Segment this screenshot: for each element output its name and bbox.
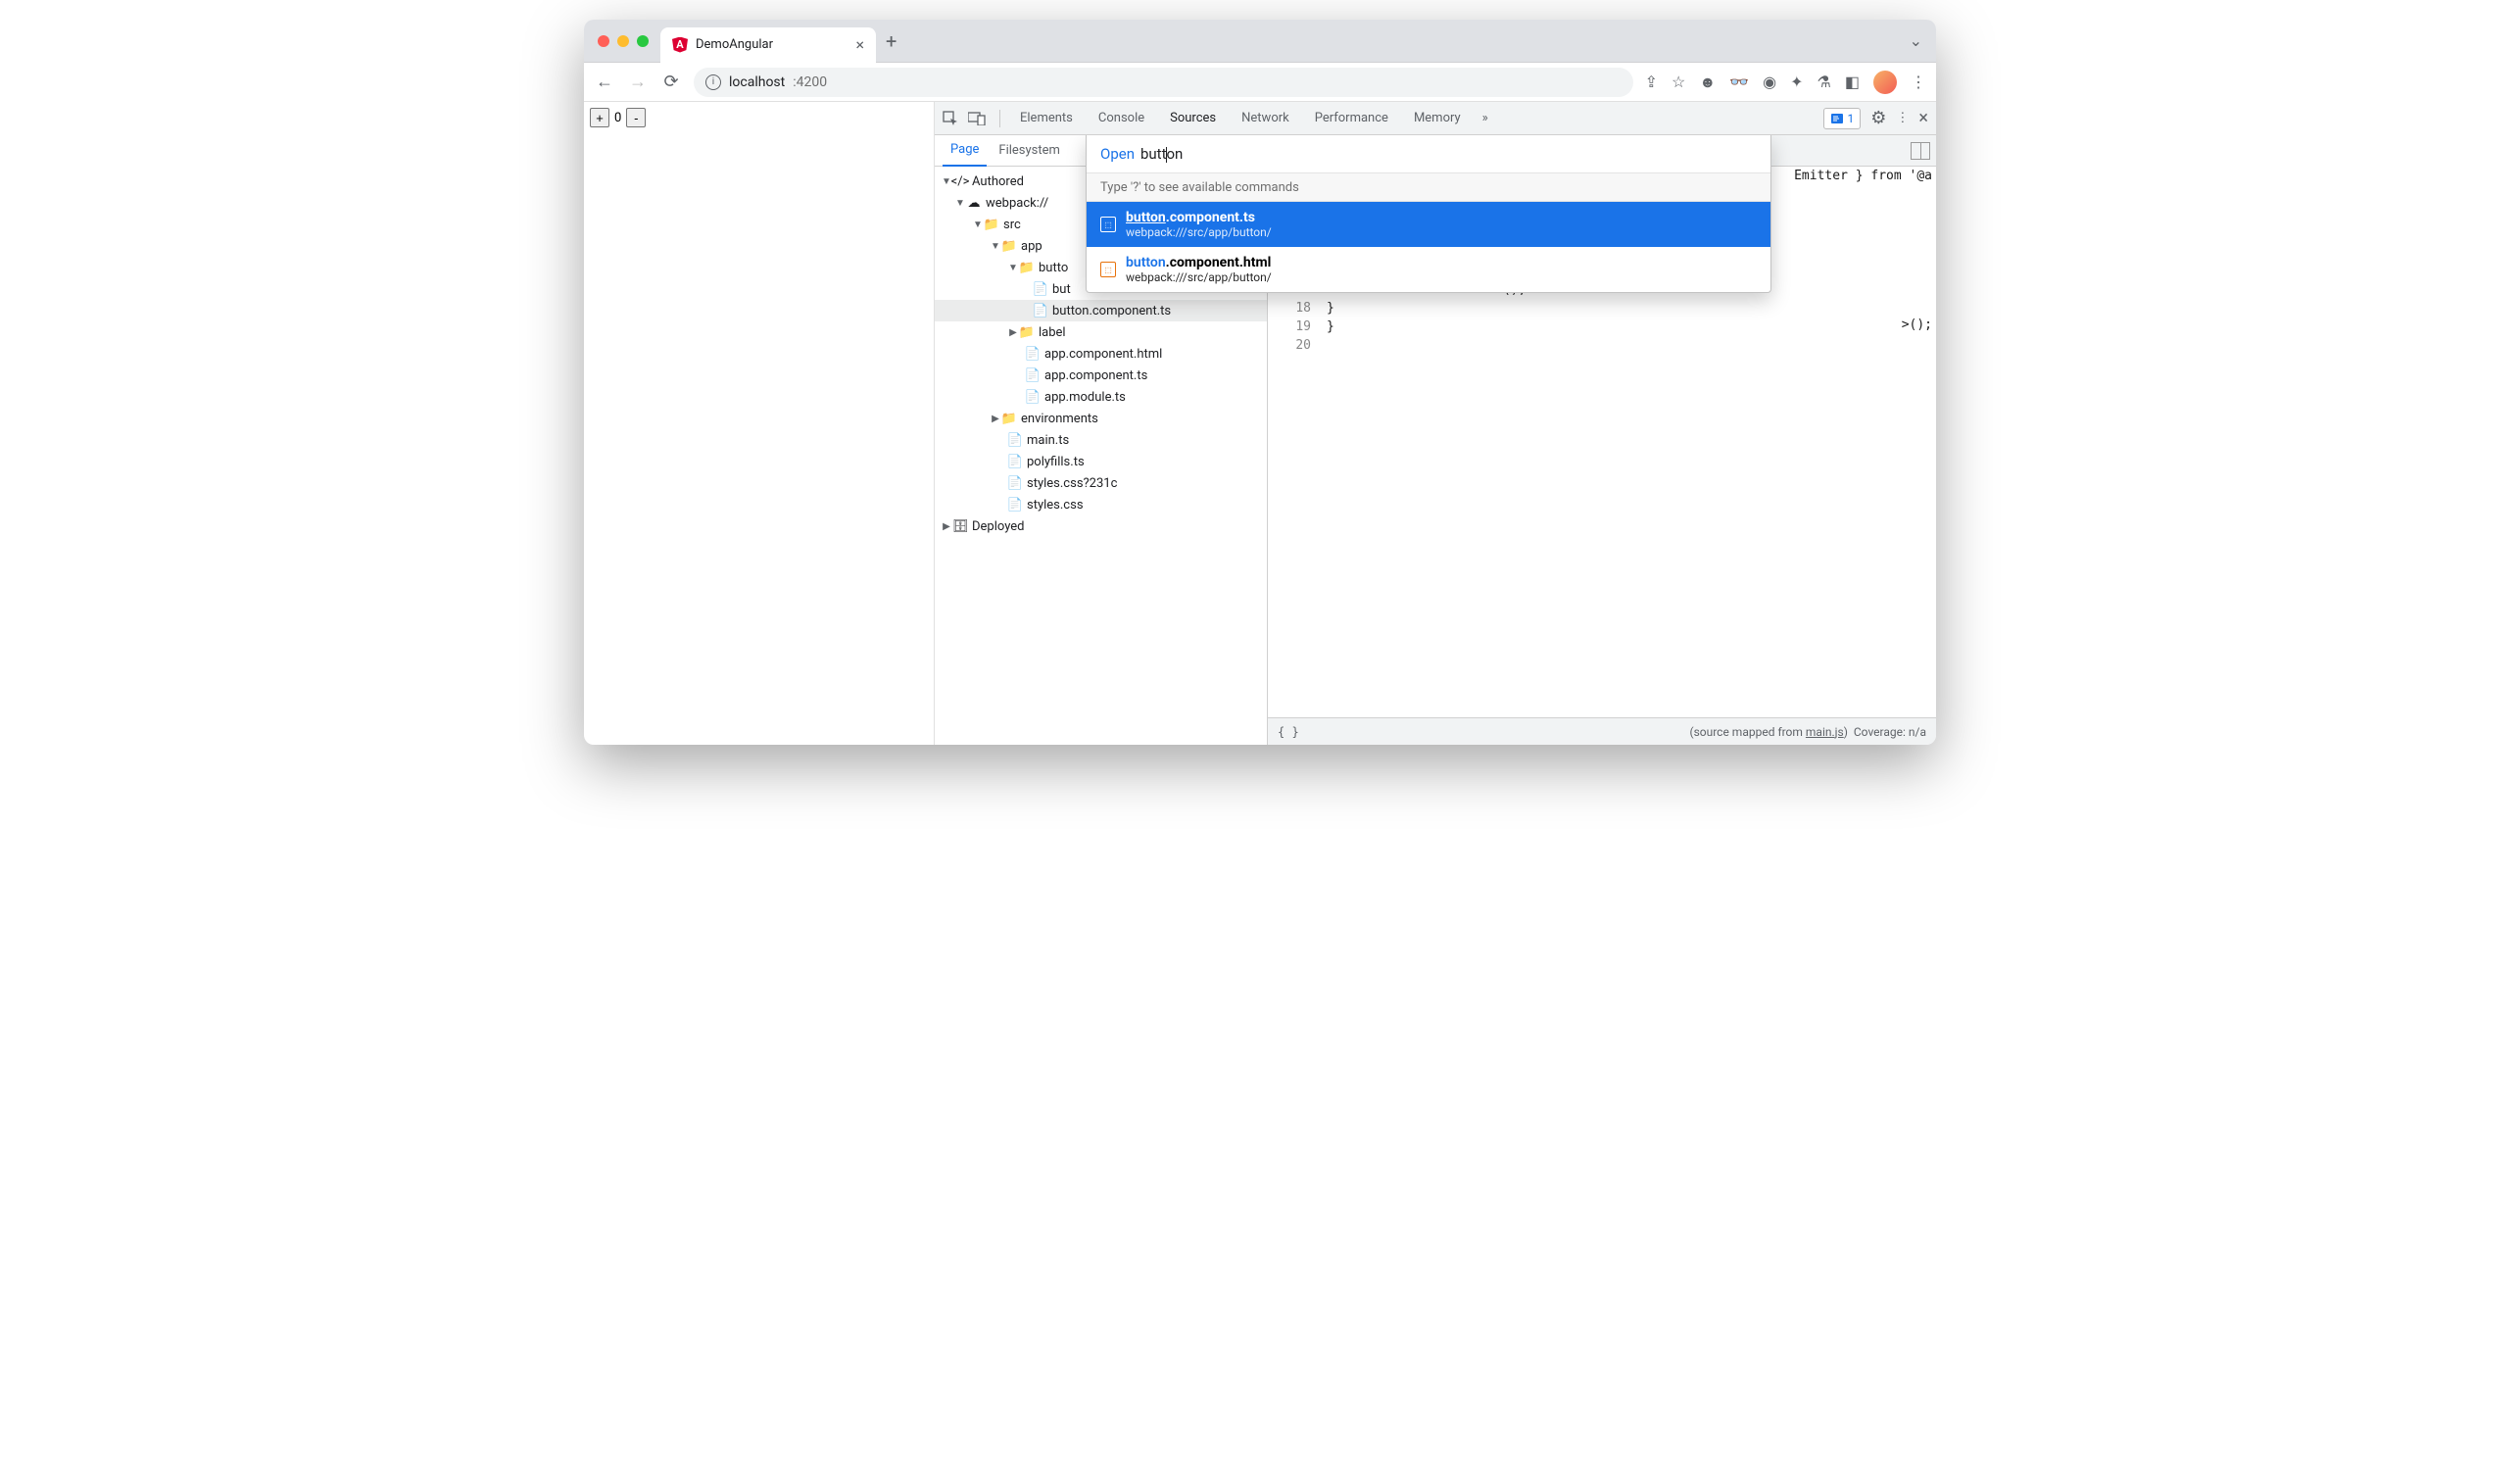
close-devtools-icon[interactable]: × <box>1918 108 1928 128</box>
back-button[interactable]: ← <box>594 72 615 92</box>
titlebar: A DemoAngular × + ⌄ <box>584 20 1936 63</box>
settings-gear-icon[interactable]: ⚙ <box>1870 108 1886 128</box>
tree-app-module[interactable]: 📄app.module.ts <box>935 386 1267 408</box>
palette-result-1[interactable]: ⬚ button.component.html webpack:///src/a… <box>1087 247 1770 292</box>
tree-app-html[interactable]: 📄app.component.html <box>935 343 1267 365</box>
omnibox[interactable]: i localhost :4200 <box>694 68 1633 97</box>
tree-styles-q[interactable]: 📄styles.css?231c <box>935 472 1267 494</box>
command-palette: Open button Type '?' to see available co… <box>1086 135 1771 293</box>
tabs-dropdown-icon[interactable]: ⌄ <box>1910 31 1922 50</box>
angular-favicon: A <box>672 37 688 53</box>
palette-mode-label: Open <box>1100 145 1135 163</box>
coverage-label: Coverage: n/a <box>1854 725 1926 739</box>
navigator-tab-page[interactable]: Page <box>943 135 987 167</box>
tree-polyfills[interactable]: 📄polyfills.ts <box>935 451 1267 472</box>
tab-console[interactable]: Console <box>1087 102 1156 135</box>
import-fragment: Emitter } from '@a <box>1794 169 1932 183</box>
tab-elements[interactable]: Elements <box>1008 102 1085 135</box>
sidepanel-icon[interactable]: ◧ <box>1845 73 1860 91</box>
tab-sources[interactable]: Sources <box>1158 102 1228 135</box>
tree-button-ts[interactable]: 📄button.component.ts <box>935 300 1267 321</box>
profile-avatar[interactable] <box>1873 71 1897 94</box>
close-window-button[interactable] <box>598 35 609 47</box>
minimize-window-button[interactable] <box>617 35 629 47</box>
tab-network[interactable]: Network <box>1230 102 1301 135</box>
page-viewport: + 0 - <box>584 102 935 745</box>
address-bar: ← → ⟳ i localhost :4200 ⇪ ☆ ☻ 👓 ◉ ✦ ⚗ ◧ ⋮ <box>584 63 1936 102</box>
forward-button[interactable]: → <box>627 72 649 92</box>
devtools-menu-icon[interactable]: ⋮ <box>1896 111 1909 125</box>
new-tab-button[interactable]: + <box>886 29 897 53</box>
tree-label-folder[interactable]: ▶📁label <box>935 321 1267 343</box>
close-tab-icon[interactable]: × <box>855 35 864 54</box>
devtools-body: Page Filesystem ▼</>Authored ▼☁webpack:/… <box>935 135 1936 745</box>
url-port: :4200 <box>793 74 827 90</box>
window-controls <box>598 35 649 47</box>
palette-input[interactable]: Open button <box>1087 135 1770 172</box>
file-icon: ⬚ <box>1100 217 1116 232</box>
tree-environments[interactable]: ▶📁environments <box>935 408 1267 429</box>
inspect-element-icon[interactable] <box>943 111 966 126</box>
issues-count: 1 <box>1848 112 1855 125</box>
tree-styles[interactable]: 📄styles.css <box>935 494 1267 515</box>
devtools-tabs: Elements Console Sources Network Perform… <box>935 102 1936 135</box>
pretty-print-icon[interactable]: { } <box>1278 725 1299 739</box>
chrome-menu-icon[interactable]: ⋮ <box>1911 73 1926 91</box>
maximize-window-button[interactable] <box>637 35 649 47</box>
share-icon[interactable]: ⇪ <box>1645 73 1658 91</box>
device-toolbar-icon[interactable] <box>968 112 992 125</box>
extension-icon-1[interactable]: ☻ <box>1699 73 1716 92</box>
navigator-tab-filesystem[interactable]: Filesystem <box>991 135 1068 167</box>
tab-title: DemoAngular <box>696 37 848 52</box>
tab-performance[interactable]: Performance <box>1303 102 1400 135</box>
content-area: + 0 - Elements Console Sources Network P… <box>584 102 1936 745</box>
toggle-sidebar-icon[interactable] <box>1911 142 1930 160</box>
bookmark-icon[interactable]: ☆ <box>1672 73 1685 91</box>
extensions-puzzle-icon[interactable]: ✦ <box>1790 73 1803 91</box>
browser-tab[interactable]: A DemoAngular × <box>660 27 876 63</box>
palette-hint: Type '?' to see available commands <box>1087 172 1770 202</box>
palette-result-0[interactable]: ⬚ button.component.ts webpack:///src/app… <box>1087 202 1770 247</box>
editor-footer: { } (source mapped from main.js) Coverag… <box>1268 717 1936 745</box>
labs-icon[interactable]: ⚗ <box>1817 73 1831 91</box>
browser-window: A DemoAngular × + ⌄ ← → ⟳ i localhost :42… <box>584 20 1936 745</box>
file-icon: ⬚ <box>1100 262 1116 277</box>
tab-memory[interactable]: Memory <box>1402 102 1473 135</box>
issues-badge[interactable]: 1 <box>1823 108 1862 129</box>
output-fragment: >(); <box>1902 318 1932 332</box>
tree-main-ts[interactable]: 📄main.ts <box>935 429 1267 451</box>
demo-counter: + 0 - <box>590 108 928 127</box>
increment-button[interactable]: + <box>590 108 609 127</box>
more-tabs-icon[interactable]: » <box>1475 111 1496 125</box>
source-mapped-label: (source mapped from main.js) <box>1689 725 1847 739</box>
palette-query: button <box>1140 145 1183 163</box>
extension-icon-3[interactable]: ◉ <box>1763 73 1776 91</box>
source-map-link[interactable]: main.js <box>1806 725 1844 739</box>
site-info-icon[interactable]: i <box>705 74 721 90</box>
decrement-button[interactable]: - <box>626 108 646 127</box>
counter-value: 0 <box>612 111 623 125</box>
devtools: Elements Console Sources Network Perform… <box>935 102 1936 745</box>
reload-button[interactable]: ⟳ <box>660 72 682 92</box>
url-host: localhost <box>729 74 785 90</box>
extension-icon-2[interactable]: 👓 <box>1729 73 1749 91</box>
tree-deployed[interactable]: ▶🗄Deployed <box>935 515 1267 537</box>
tree-app-ts[interactable]: 📄app.component.ts <box>935 365 1267 386</box>
